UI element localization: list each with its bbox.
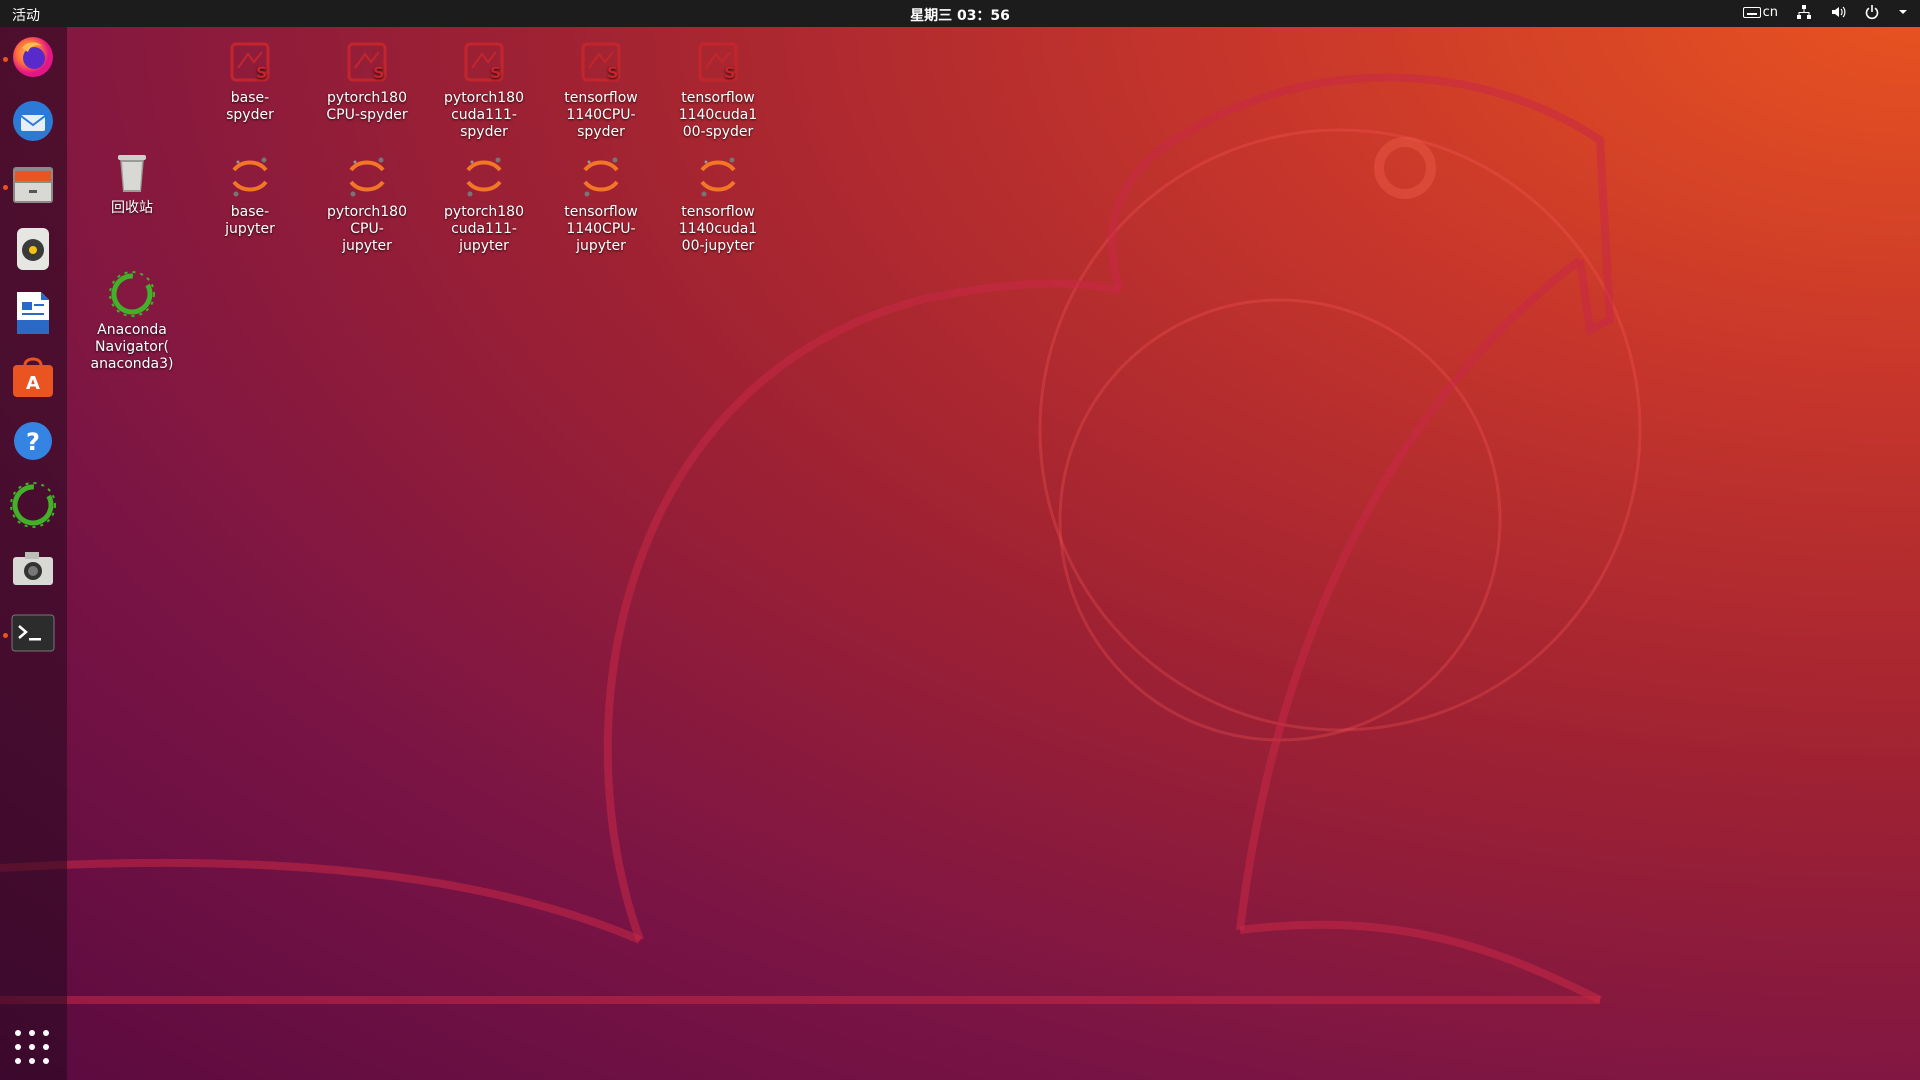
spyder-icon: S — [581, 42, 621, 82]
anaconda-icon — [109, 271, 155, 317]
thunderbird-icon[interactable] — [9, 97, 57, 145]
libreoffice-writer-icon[interactable] — [9, 289, 57, 337]
jupyter-launcher-label: pytorch180 CPU- jupyter — [327, 204, 407, 254]
terminal-icon[interactable] — [9, 609, 57, 657]
jupyter-launcher[interactable]: tensorflow 1140CPU- jupyter — [551, 152, 651, 255]
spyder-launcher-label: tensorflow 1140CPU- spyder — [564, 90, 638, 140]
svg-text:S: S — [490, 63, 502, 82]
spyder-launcher-label: tensorflow 1140cuda1 00-spyder — [678, 90, 758, 140]
input-method-indicator[interactable]: cn — [1742, 4, 1778, 20]
jupyter-launcher[interactable]: pytorch180 cuda111- jupyter — [434, 152, 534, 255]
spyder-launcher[interactable]: S pytorch180 CPU-spyder — [317, 38, 417, 124]
show-applications-button[interactable] — [15, 1030, 51, 1066]
spyder-icon: S — [698, 42, 738, 82]
spyder-launcher-label: pytorch180 cuda111- spyder — [444, 90, 524, 140]
jupyter-launcher[interactable]: tensorflow 1140cuda1 00-jupyter — [668, 152, 768, 255]
spyder-icon: S — [464, 42, 504, 82]
jupyter-icon — [700, 157, 736, 197]
jupyter-launcher[interactable]: base- jupyter — [200, 152, 300, 238]
trash-icon-item[interactable]: 回收站 — [82, 148, 182, 217]
svg-text:S: S — [607, 63, 619, 82]
jupyter-launcher-label: base- jupyter — [225, 204, 275, 237]
spyder-launcher[interactable]: S tensorflow 1140cuda1 00-spyder — [668, 38, 768, 141]
dock: A ? — [0, 27, 67, 1080]
svg-text:A: A — [26, 373, 40, 394]
trash-label: 回收站 — [111, 200, 153, 216]
clock[interactable]: 星期三 03：56 — [910, 5, 1010, 25]
spyder-launcher-label: base- spyder — [226, 90, 274, 123]
spyder-launcher[interactable]: S pytorch180 cuda111- spyder — [434, 38, 534, 141]
jupyter-launcher-label: tensorflow 1140CPU- jupyter — [564, 204, 638, 254]
jupyter-icon — [583, 157, 619, 197]
running-indicator — [3, 57, 8, 62]
screenshot-icon[interactable] — [9, 545, 57, 593]
running-indicator — [3, 185, 8, 190]
jupyter-launcher[interactable]: pytorch180 CPU- jupyter — [317, 152, 417, 255]
trash-icon — [118, 155, 146, 192]
input-method-label: cn — [1762, 4, 1778, 20]
spyder-icon: S — [347, 42, 387, 82]
spyder-launcher[interactable]: S base- spyder — [200, 38, 300, 124]
power-icon[interactable] — [1864, 4, 1880, 20]
firefox-icon[interactable] — [9, 33, 57, 81]
svg-text:S: S — [724, 63, 736, 82]
files-icon[interactable] — [9, 161, 57, 209]
top-bar: 活动 星期三 03：56 cn — [0, 0, 1920, 27]
svg-text:S: S — [256, 63, 268, 82]
svg-text:S: S — [373, 63, 385, 82]
svg-text:?: ? — [26, 428, 40, 456]
running-indicator — [3, 633, 8, 638]
spyder-icon: S — [230, 42, 270, 82]
jupyter-launcher-label: pytorch180 cuda111- jupyter — [444, 204, 524, 254]
rhythmbox-icon[interactable] — [9, 225, 57, 273]
network-icon[interactable] — [1796, 4, 1812, 20]
jupyter-launcher-label: tensorflow 1140cuda1 00-jupyter — [678, 204, 758, 254]
grid-icon — [15, 1030, 21, 1036]
jupyter-icon — [232, 157, 268, 197]
keyboard-icon — [1742, 6, 1761, 18]
activities-button[interactable]: 活动 — [12, 5, 40, 25]
system-tray[interactable]: cn — [1742, 4, 1908, 20]
volume-icon[interactable] — [1830, 4, 1846, 20]
spyder-launcher[interactable]: S tensorflow 1140CPU- spyder — [551, 38, 651, 141]
anaconda-navigator-icon[interactable] — [9, 481, 57, 529]
jupyter-icon — [466, 157, 502, 197]
spyder-launcher-label: pytorch180 CPU-spyder — [326, 90, 408, 123]
help-icon[interactable]: ? — [9, 417, 57, 465]
anaconda-navigator-label: Anaconda Navigator( anaconda3) — [90, 322, 174, 372]
chevron-down-icon[interactable] — [1898, 7, 1908, 17]
ubuntu-software-icon[interactable]: A — [9, 353, 57, 401]
jupyter-icon — [349, 157, 385, 197]
anaconda-navigator-item[interactable]: Anaconda Navigator( anaconda3) — [82, 270, 182, 373]
